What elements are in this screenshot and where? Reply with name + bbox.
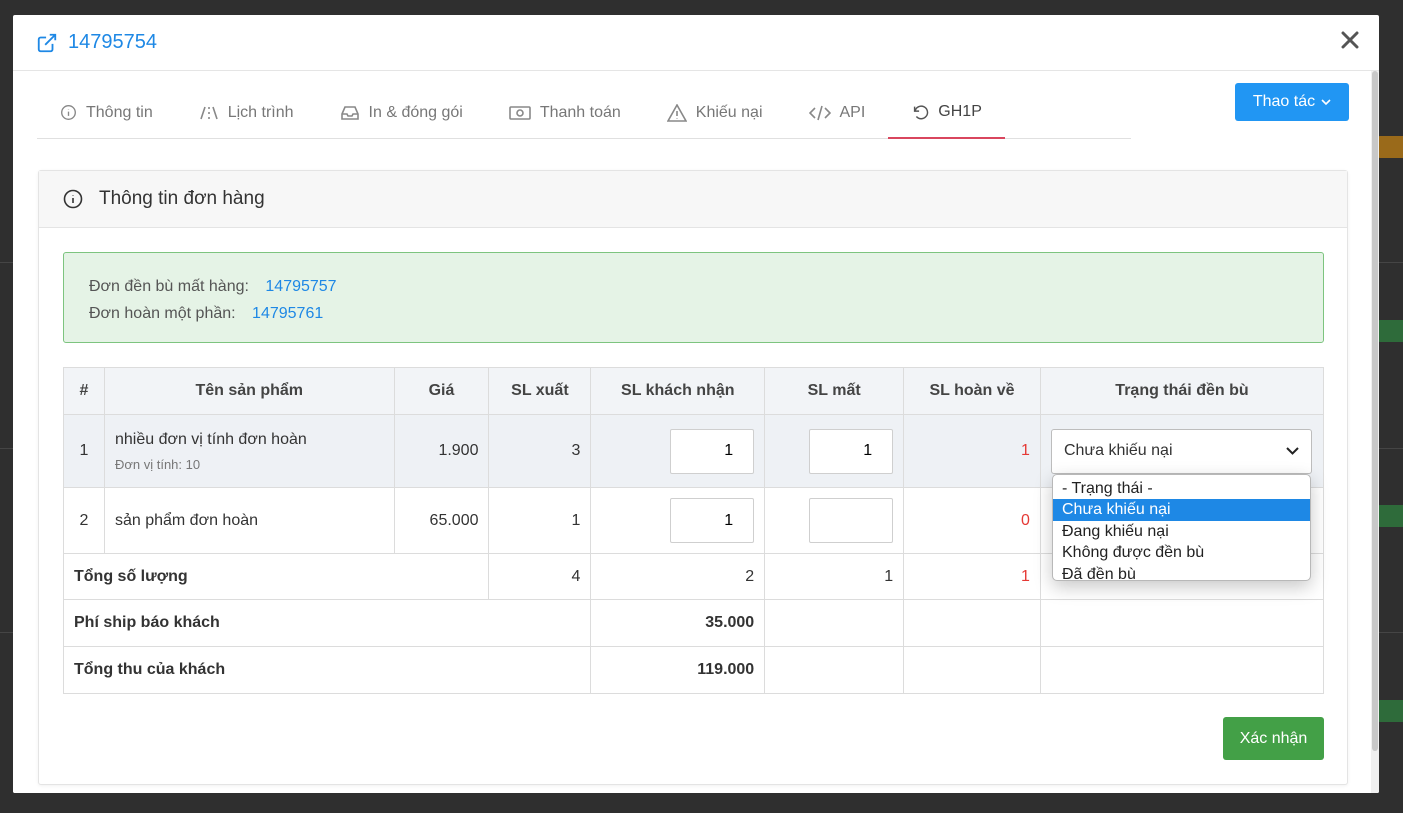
external-link-icon[interactable] xyxy=(36,32,58,54)
lost-order-label: Đơn đền bù mất hàng: xyxy=(89,278,249,295)
tab-gh1p[interactable]: GH1P xyxy=(888,87,1005,139)
qty-lost-cell xyxy=(764,414,905,488)
qty-out: 3 xyxy=(488,414,592,488)
qty-lost-cell xyxy=(764,487,905,554)
empty-cell xyxy=(764,599,905,647)
select-value: Chưa khiếu nại xyxy=(1063,442,1173,459)
info-icon xyxy=(60,104,77,121)
price: 65.000 xyxy=(393,487,490,554)
qty-received-input[interactable] xyxy=(670,498,755,543)
col-index: # xyxy=(63,367,105,415)
status-option[interactable]: - Trạng thái - xyxy=(1053,478,1310,499)
shipping-fee-row: Phí ship báo khách 35.000 xyxy=(62,599,1325,647)
total-qty-received: 2 xyxy=(590,553,766,600)
qty-lost-input[interactable] xyxy=(809,498,894,543)
panel-header: Thông tin đơn hàng xyxy=(39,171,1347,228)
scrollbar-thumb[interactable] xyxy=(1372,71,1378,751)
tab-khieu-nai[interactable]: Khiếu nại xyxy=(644,87,786,138)
empty-cell xyxy=(903,599,1041,647)
actions-dropdown-button[interactable]: Thao tác xyxy=(1235,83,1349,121)
tab-bar: Thông tin Lịch trình In & đóng gói Thanh… xyxy=(37,87,1131,139)
qty-received-input[interactable] xyxy=(670,428,755,474)
tab-label: GH1P xyxy=(938,103,982,120)
tab-label: API xyxy=(839,103,866,121)
total-qty-lost: 1 xyxy=(764,553,905,600)
lost-order-link[interactable]: 14795757 xyxy=(265,278,336,295)
tab-label: In & đóng gói xyxy=(368,103,463,121)
modal-body: Thông tin Lịch trình In & đóng gói Thanh… xyxy=(13,71,1379,793)
close-icon xyxy=(1341,31,1359,49)
qty-lost-input[interactable] xyxy=(809,428,894,474)
modal-scrollbar[interactable] xyxy=(1371,71,1379,793)
empty-cell xyxy=(1039,646,1325,694)
order-modal: 14795754 Thông tin Lịch trình In & đóng … xyxy=(13,15,1379,793)
warning-icon xyxy=(666,103,687,122)
product-name: nhiều đơn vị tính đơn hoàn xyxy=(114,430,307,448)
code-icon xyxy=(808,105,831,121)
product-name: sản phẩm đơn hoàn xyxy=(103,487,395,554)
modal-title[interactable]: 14795754 xyxy=(68,31,157,54)
tab-thanh-toan[interactable]: Thanh toán xyxy=(486,87,644,138)
col-qty-out: SL xuất xyxy=(488,367,592,415)
tab-label: Thanh toán xyxy=(539,103,621,121)
col-compensation-status: Trạng thái đền bù xyxy=(1039,367,1325,415)
qty-out: 1 xyxy=(488,487,592,554)
qty-returned: 1 xyxy=(903,414,1041,488)
qty-received-cell xyxy=(590,414,766,488)
shipping-fee-label: Phí ship báo khách xyxy=(62,599,592,647)
confirm-button[interactable]: Xác nhận xyxy=(1223,717,1324,760)
status-options-list: - Trạng thái - Chưa khiếu nại Đang khiếu… xyxy=(1052,474,1311,583)
tab-in-dong-goi[interactable]: In & đóng gói xyxy=(317,87,486,138)
customer-total-label: Tổng thu của khách xyxy=(62,646,592,694)
status-option[interactable]: Không được đền bù xyxy=(1053,542,1310,563)
empty-cell xyxy=(903,646,1041,694)
panel-title: Thông tin đơn hàng xyxy=(99,188,265,209)
inbox-icon xyxy=(340,105,360,121)
chevron-down-icon xyxy=(1286,447,1299,455)
empty-cell xyxy=(1039,599,1325,647)
actions-label: Thao tác xyxy=(1252,93,1316,110)
col-price: Giá xyxy=(393,367,490,415)
status-option-selected[interactable]: Chưa khiếu nại xyxy=(1053,499,1310,521)
compensation-status-select[interactable]: Chưa khiếu nại xyxy=(1050,428,1312,474)
undo-icon xyxy=(911,103,929,121)
customer-total-value: 119.000 xyxy=(590,646,766,694)
total-qty-out: 4 xyxy=(488,553,592,600)
empty-cell xyxy=(764,646,905,694)
status-option[interactable]: Đã đền bù xyxy=(1053,564,1310,585)
tab-label: Thông tin xyxy=(86,103,153,121)
tab-thong-tin[interactable]: Thông tin xyxy=(37,87,176,138)
col-qty-returned: SL hoàn về xyxy=(903,367,1041,415)
col-qty-received: SL khách nhận xyxy=(590,367,766,415)
total-label: Tổng số lượng xyxy=(62,553,490,600)
qty-returned: 0 xyxy=(903,487,1041,554)
shipping-fee-value: 35.000 xyxy=(590,599,766,647)
tab-lich-trinh[interactable]: Lịch trình xyxy=(176,87,317,138)
chevron-down-icon xyxy=(1321,98,1331,106)
total-qty-returned: 1 xyxy=(903,553,1041,600)
row-index: 2 xyxy=(63,487,105,554)
col-qty-lost: SL mất xyxy=(764,367,905,415)
road-icon xyxy=(199,105,219,121)
money-icon xyxy=(509,105,531,121)
status-option[interactable]: Đang khiếu nại xyxy=(1053,521,1310,542)
customer-total-row: Tổng thu của khách 119.000 xyxy=(62,646,1325,694)
modal-header: 14795754 xyxy=(13,15,1379,71)
tab-label: Lịch trình xyxy=(227,103,294,121)
product-unit: Đơn vị tính: 10 xyxy=(114,456,201,472)
partial-return-link[interactable]: 14795761 xyxy=(252,305,323,322)
info-icon xyxy=(63,189,83,209)
row-index: 1 xyxy=(63,414,105,488)
partial-return-label: Đơn hoàn một phần: xyxy=(89,305,236,322)
qty-received-cell xyxy=(590,487,766,554)
price: 1.900 xyxy=(393,414,490,488)
close-button[interactable] xyxy=(1341,27,1359,53)
tab-api[interactable]: API xyxy=(786,87,889,138)
tab-label: Khiếu nại xyxy=(695,103,763,121)
col-product-name: Tên sản phẩm xyxy=(103,367,395,415)
product-cell: nhiều đơn vị tính đơn hoàn Đơn vị tính: … xyxy=(103,414,395,488)
related-orders-alert: Đơn đền bù mất hàng: 14795757 Đơn hoàn m… xyxy=(63,252,1324,343)
